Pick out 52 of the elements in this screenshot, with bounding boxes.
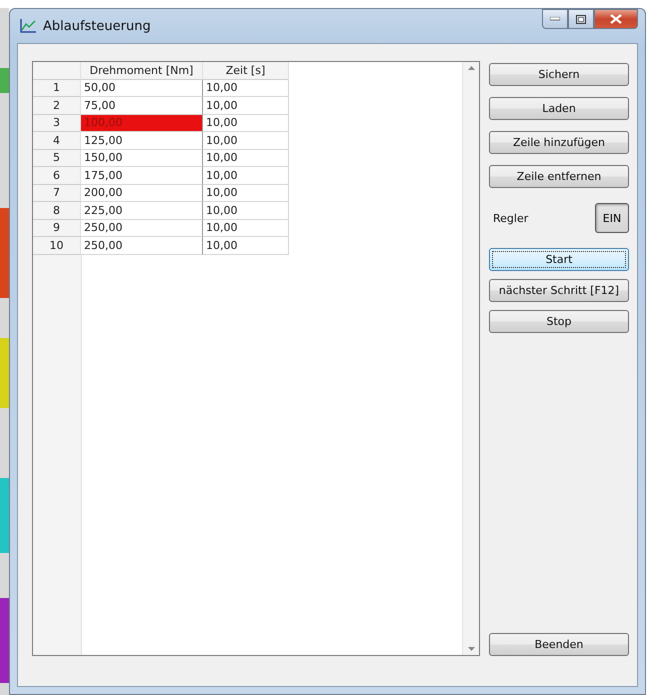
table-cell[interactable]: 10,00 [203,97,289,114]
minimize-icon [550,17,560,21]
row-header[interactable]: 2 [33,97,81,114]
table-cell[interactable]: 150,00 [81,150,203,167]
table-cell[interactable]: 10,00 [203,184,289,202]
row-header[interactable]: 10 [33,237,81,254]
action-button[interactable]: nächster Schritt [F12] [489,279,629,302]
scroll-down-icon[interactable] [468,647,474,651]
action-button[interactable]: Zeile hinzufügen [489,131,629,154]
exit-button[interactable]: Beenden [489,633,629,656]
row-header[interactable]: 8 [33,202,81,220]
row-header[interactable]: 5 [33,150,81,167]
table-cell[interactable]: 10,00 [203,202,289,220]
table-cell[interactable]: 125,00 [81,132,203,150]
column-header[interactable]: Drehmoment [Nm] [81,62,203,80]
table-cell[interactable]: 175,00 [81,167,203,184]
close-button[interactable] [594,9,638,29]
table-cell[interactable]: 10,00 [203,114,289,132]
row-header[interactable]: 1 [33,80,81,97]
table-cell[interactable]: 10,00 [203,150,289,167]
table-cell[interactable]: 10,00 [203,80,289,97]
table-cell[interactable]: 10,00 [203,132,289,150]
window-title: Ablaufsteuerung [43,18,151,34]
maximize-button[interactable] [568,9,594,29]
scrollbar[interactable] [462,62,479,655]
action-button[interactable]: Laden [489,97,629,120]
table-cell[interactable]: 75,00 [81,97,203,114]
close-icon [610,14,622,24]
table-cell[interactable]: 250,00 [81,237,203,254]
row-header[interactable]: 4 [33,132,81,150]
table-cell[interactable]: 200,00 [81,184,203,202]
action-button[interactable]: Sichern [489,63,629,86]
controller-label: Regler [493,212,528,224]
row-header[interactable]: 9 [33,220,81,237]
table-cell[interactable]: 10,00 [203,167,289,184]
minimize-button[interactable] [542,9,568,29]
action-button[interactable]: Start [489,248,629,271]
table-cell[interactable]: 10,00 [203,237,289,254]
table-cell[interactable]: 50,00 [81,80,203,97]
table-cell[interactable]: 250,00 [81,220,203,237]
scroll-up-icon[interactable] [468,66,474,70]
action-button[interactable]: Zeile entfernen [489,165,629,188]
row-header[interactable]: 7 [33,184,81,202]
toggle-button[interactable]: EIN [595,203,629,233]
maximize-icon [576,14,586,24]
row-header[interactable]: 3 [33,114,81,132]
table-cell[interactable]: 225,00 [81,202,203,220]
chart-icon [19,18,37,34]
action-button[interactable]: Stop [489,310,629,333]
row-header[interactable]: 6 [33,167,81,184]
column-header[interactable]: Zeit [s] [203,62,289,80]
table-cell[interactable]: 10,00 [203,220,289,237]
